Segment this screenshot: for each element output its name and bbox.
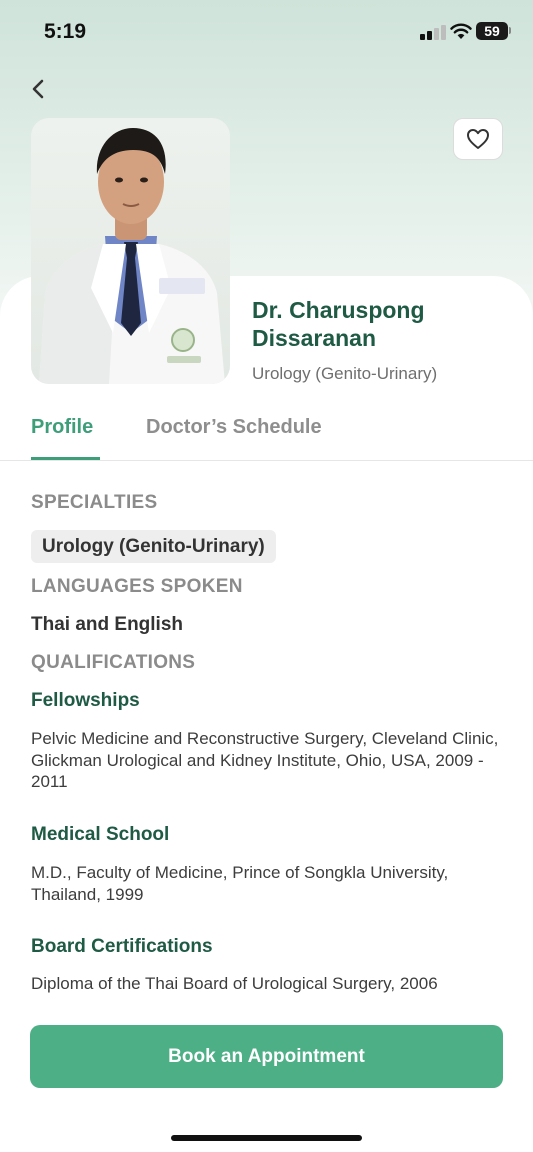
chevron-left-icon: [32, 79, 44, 99]
doctor-photo: [31, 118, 230, 384]
specialties-heading: SPECIALTIES: [31, 492, 158, 513]
battery-tip: [509, 27, 511, 34]
qualification-title-fellowships: Fellowships: [31, 690, 140, 711]
status-time: 5:19: [44, 20, 87, 43]
tab-profile[interactable]: Profile: [31, 416, 93, 439]
home-indicator: [171, 1135, 362, 1141]
heart-outline-icon: [467, 129, 489, 149]
wifi-icon: [450, 23, 472, 39]
doctor-name: Dr. Charuspong Dissaranan: [252, 297, 425, 351]
qualification-title-medical-school: Medical School: [31, 824, 170, 845]
qualification-text-board-certifications: Diploma of the Thai Board of Urological …: [31, 974, 438, 993]
battery-icon: 59: [476, 22, 508, 40]
active-tab-indicator: [31, 457, 100, 460]
doctor-department: Urology (Genito-Urinary): [252, 364, 438, 383]
qualifications-heading: QUALIFICATIONS: [31, 652, 196, 673]
qualification-text-medical-school: M.D., Faculty of Medicine, Prince of Son…: [31, 863, 449, 904]
tab-bar: Profile Doctor’s Schedule: [0, 400, 533, 461]
cellular-signal-icon: [420, 24, 446, 40]
tab-doctors-schedule[interactable]: Doctor’s Schedule: [146, 416, 322, 439]
qualification-text-fellowships: Pelvic Medicine and Reconstructive Surge…: [31, 729, 499, 791]
book-appointment-button[interactable]: Book an Appointment: [30, 1025, 503, 1088]
favorite-button[interactable]: [453, 118, 503, 160]
doctor-portrait-image: [39, 128, 225, 384]
specialty-chip: Urology (Genito-Urinary): [31, 530, 276, 563]
status-bar: 5:19 59: [0, 0, 533, 64]
languages-heading: LANGUAGES SPOKEN: [31, 576, 243, 597]
back-button[interactable]: [24, 74, 54, 104]
languages-value: Thai and English: [31, 614, 184, 635]
qualification-title-board-certifications: Board Certifications: [31, 936, 213, 957]
